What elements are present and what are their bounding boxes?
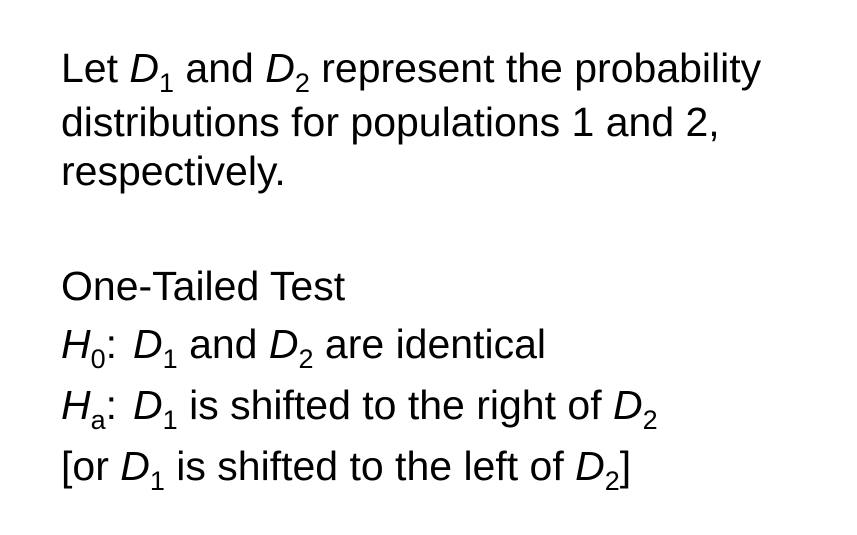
subscript: a <box>90 405 106 435</box>
hypothesis-text: is shifted to the right of <box>177 382 613 428</box>
variable-letter: D <box>120 443 150 489</box>
variable-letter: D <box>575 443 605 489</box>
variable-letter: D <box>265 45 295 91</box>
intro-line-1: Let D1 and D2 represent the probability <box>61 44 851 98</box>
variable-letter: D <box>129 45 159 91</box>
subscript: 1 <box>162 344 178 374</box>
one-tailed-test-section: One-Tailed Test H0: D1 and D2 are identic… <box>61 258 851 497</box>
document-page: Let D1 and D2 represent the probability … <box>0 0 857 535</box>
hypothesis-text: and <box>177 321 269 367</box>
variable-letter: D <box>612 382 643 428</box>
hypothesis-text: is shifted to the left of <box>164 443 576 489</box>
intro-paragraph: Let D1 and D2 represent the probability … <box>61 44 851 196</box>
subscript: 0 <box>90 344 106 374</box>
colon: : <box>105 321 118 367</box>
variable-d2: D2 <box>268 321 314 374</box>
bracket-open-text: [or <box>61 443 121 489</box>
subscript: 1 <box>149 466 165 496</box>
intro-line-2: distributions for populations 1 and 2, <box>61 99 720 145</box>
hypothesis-letter: H <box>61 321 91 367</box>
intro-text: and <box>174 45 266 91</box>
intro-line-3: respectively. <box>61 148 286 194</box>
intro-text: represent the probability <box>309 45 762 91</box>
variable-d1: D1 <box>120 443 165 496</box>
subscript: 1 <box>159 68 175 98</box>
variable-d1: D1 <box>133 321 178 374</box>
colon: : <box>105 382 118 428</box>
section-heading: One-Tailed Test <box>61 263 346 309</box>
variable-d2: D2 <box>265 45 310 98</box>
hypothesis-symbol: H0 <box>61 321 106 374</box>
variable-letter: D <box>133 321 163 367</box>
variable-letter: D <box>268 321 299 367</box>
alternative-hypothesis-note: [or D1 is shifted to the left of D2] <box>61 436 851 497</box>
subscript: 2 <box>604 466 620 496</box>
hypothesis-symbol: Ha <box>61 382 106 435</box>
hypothesis-text: are identical <box>313 321 546 367</box>
subscript: 2 <box>298 344 314 374</box>
null-hypothesis: H0: D1 and D2 are identical <box>61 314 851 375</box>
hypothesis-letter: H <box>61 382 91 428</box>
intro-text: Let <box>61 45 130 91</box>
alternative-hypothesis: Ha: D1 is shifted to the right of D2 <box>61 375 851 436</box>
variable-d2: D2 <box>575 443 620 496</box>
variable-d2: D2 <box>612 382 658 435</box>
variable-letter: D <box>133 382 163 428</box>
variable-d1: D1 <box>133 382 178 435</box>
variable-d1: D1 <box>129 45 174 98</box>
bracket-close: ] <box>619 443 632 489</box>
subscript: 1 <box>162 405 178 435</box>
subscript: 2 <box>294 68 310 98</box>
subscript: 2 <box>642 405 658 435</box>
